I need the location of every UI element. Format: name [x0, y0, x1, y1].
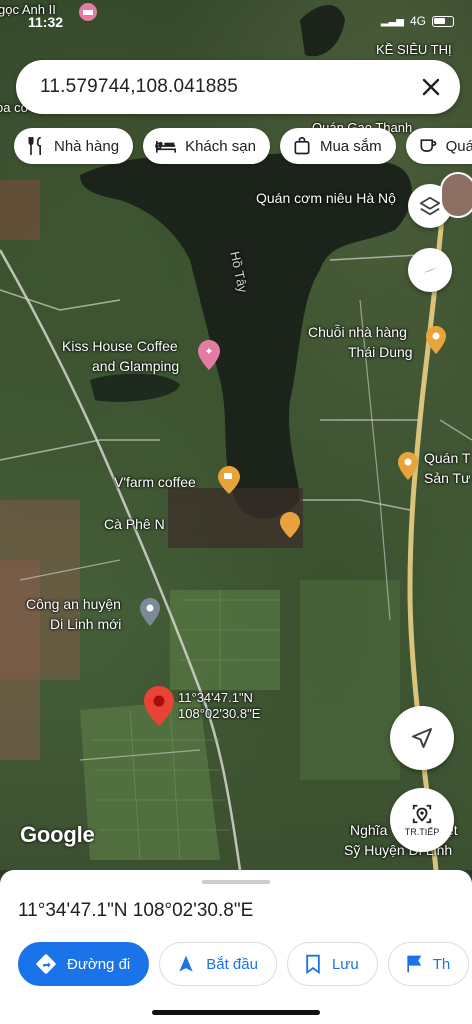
place-label-kiss-house-1: Kiss House Coffee: [62, 338, 178, 354]
signal-icon: ▂▃▅: [380, 15, 404, 27]
label-button[interactable]: Th: [387, 942, 470, 986]
battery-icon: [432, 15, 454, 27]
status-bar: 11:32 ▂▃▅ 4G: [0, 10, 472, 34]
home-indicator: [152, 1010, 320, 1015]
network-type: 4G: [409, 14, 426, 28]
restaurant-pin-icon-2[interactable]: [398, 452, 418, 480]
pin-lng-label: 108°02'30.8"E: [178, 706, 261, 721]
place-title: 11°34'47.1"N 108°02'30.8"E: [18, 900, 254, 921]
compass-icon: [422, 267, 438, 273]
status-indicators: ▂▃▅ 4G: [381, 14, 454, 28]
chip-hotels[interactable]: Khách sạn: [143, 128, 270, 164]
cafe-pin-icon-2[interactable]: [280, 512, 300, 538]
restaurant-pin-icon[interactable]: [426, 326, 446, 354]
label-label: Th: [432, 955, 451, 973]
bookmark-icon: [306, 954, 320, 974]
place-label-quan-t: Quán T: [424, 450, 471, 466]
pin-lat-label: 11°34'47.1"N: [178, 690, 253, 705]
chip-label: Mua sắm: [319, 137, 382, 155]
place-label-nghia: Nghĩa: [350, 822, 388, 838]
category-chips: Nhà hàng Khách sạn Mua sắm Quá: [14, 128, 472, 164]
search-bar[interactable]: 11.579744,108.041885: [16, 60, 460, 114]
status-time: 11:32: [28, 14, 64, 30]
place-label-ca-phe: Cà Phê N: [104, 516, 165, 532]
my-location-button[interactable]: [390, 706, 454, 770]
chip-label: Quá: [445, 137, 472, 155]
place-label-top-right: KỀ SIÊU THỊ: [376, 42, 452, 57]
place-bottom-sheet[interactable]: 11°34'47.1"N 108°02'30.8"E Đường đi Bắt …: [0, 870, 472, 1024]
directions-icon: [36, 954, 56, 974]
pin-coordinates-label: 11°34'47.1"N 108°02'30.8"E: [178, 690, 260, 722]
chip-cafes[interactable]: Quá: [405, 128, 472, 164]
save-button[interactable]: Lưu: [286, 942, 378, 986]
cafe-pin-icon[interactable]: [218, 466, 240, 494]
place-label-cong-an-1: Công an huyện: [26, 596, 121, 612]
police-pin-icon[interactable]: [140, 598, 160, 626]
chip-label: Nhà hàng: [54, 137, 120, 155]
directions-label: Đường đi: [67, 955, 131, 973]
chip-label: Khách sạn: [185, 137, 256, 155]
close-icon: [422, 78, 440, 96]
shopping-bag-icon: [294, 136, 310, 155]
layers-icon: [419, 196, 441, 216]
google-logo: Google: [20, 822, 95, 847]
compass-button[interactable]: [408, 248, 452, 292]
action-buttons: Đường đi Bắt đầu Lưu Th: [18, 942, 470, 986]
directions-button[interactable]: Đường đi: [18, 942, 150, 986]
start-button[interactable]: Bắt đầu: [159, 942, 277, 986]
hotel-icon: [155, 141, 177, 153]
location-scan-icon: [412, 804, 432, 824]
chip-restaurants[interactable]: Nhà hàng: [14, 128, 134, 164]
place-label-vfarm: V'farm coffee: [114, 474, 196, 490]
place-label-cong-an-2: Di Linh mới: [50, 616, 122, 632]
start-label: Bắt đầu: [206, 955, 258, 973]
place-label-chuoi-1: Chuỗi nhà hàng: [308, 324, 407, 340]
clear-search-button[interactable]: [416, 72, 446, 102]
place-label-chuoi-2: Thái Dung: [348, 344, 413, 360]
kiss-house-pin-icon[interactable]: ✦: [198, 340, 220, 370]
avatar[interactable]: [440, 172, 472, 218]
navigation-arrow-icon: [412, 728, 432, 748]
flag-icon: [407, 955, 422, 973]
search-input[interactable]: 11.579744,108.041885: [40, 76, 238, 98]
selected-location-pin-icon[interactable]: [144, 686, 174, 726]
cafe-icon: [420, 139, 436, 152]
restaurant-icon: [28, 136, 42, 156]
place-label-san-tu: Sản Tư: [424, 470, 471, 486]
place-label-kiss-house-2: and Glamping: [92, 358, 180, 374]
traffic-update-button[interactable]: TR.TIẾP: [390, 788, 454, 852]
navigation-icon: [179, 955, 193, 972]
save-label: Lưu: [331, 955, 359, 973]
chip-shopping[interactable]: Mua sắm: [279, 128, 396, 164]
traffic-update-label: TR.TIẾP: [404, 827, 440, 837]
maps-screen: gọc Anh II oa cơ KỀ SIÊU THỊ Quán Gạo Th…: [0, 0, 472, 1024]
place-label-quan-com-nieu: Quán cơm niêu Hà Nộ: [256, 190, 396, 206]
svg-text:✦: ✦: [204, 345, 213, 358]
drag-handle[interactable]: [202, 880, 270, 884]
